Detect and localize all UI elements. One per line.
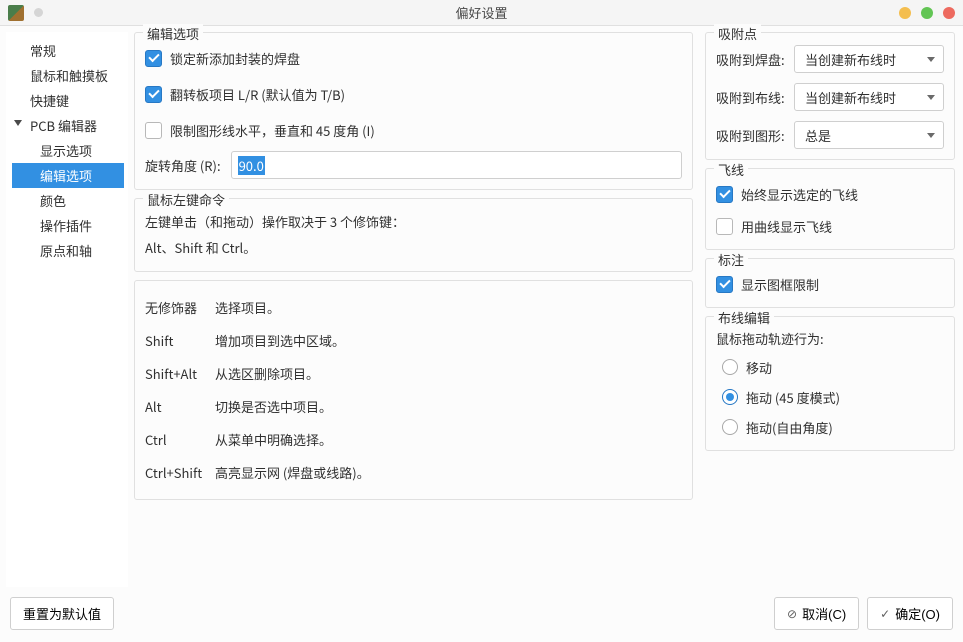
table-row: 无修饰器选择项目。 bbox=[145, 291, 682, 324]
chevron-down-icon bbox=[927, 133, 935, 138]
track-edit-group: 布线编辑 鼠标拖动轨迹行为: 移动 拖动 (45 度模式) 拖动(自由角度) bbox=[705, 316, 955, 451]
snap-graphic-label: 吸附到图形: bbox=[716, 126, 794, 145]
group-title: 布线编辑 bbox=[714, 308, 774, 327]
close-icon[interactable] bbox=[943, 7, 955, 19]
drag-move-label: 移动 bbox=[746, 358, 772, 377]
app-icon bbox=[8, 5, 24, 21]
modifier-table: 无修饰器选择项目。 Shift增加项目到选中区域。 Shift+Alt从选区删除… bbox=[145, 291, 682, 489]
drag-free-label: 拖动(自由角度) bbox=[746, 418, 833, 437]
minimize-icon[interactable] bbox=[899, 7, 911, 19]
group-title: 吸附点 bbox=[714, 24, 761, 43]
flip-lr-checkbox[interactable] bbox=[145, 86, 162, 103]
window-title: 偏好设置 bbox=[455, 3, 507, 22]
page-limit-checkbox[interactable] bbox=[716, 276, 733, 293]
dialog-footer: 重置为默认值 ⊘取消(C) ✓确定(O) bbox=[0, 587, 963, 642]
flip-lr-label: 翻转板项目 L/R (默认值为 T/B) bbox=[170, 85, 345, 104]
table-row: Shift增加项目到选中区域。 bbox=[145, 324, 682, 357]
annotation-group: 标注 显示图框限制 bbox=[705, 258, 955, 308]
reset-defaults-button[interactable]: 重置为默认值 bbox=[10, 597, 114, 630]
group-title: 编辑选项 bbox=[143, 24, 203, 43]
drag-free-radio[interactable] bbox=[722, 419, 738, 435]
table-row: Ctrl从菜单中明确选择。 bbox=[145, 423, 682, 456]
window-controls bbox=[899, 7, 955, 19]
cancel-button[interactable]: ⊘取消(C) bbox=[774, 597, 859, 630]
rotation-label: 旋转角度 (R): bbox=[145, 156, 221, 175]
table-row: Ctrl+Shift高亮显示网 (焊盘或线路)。 bbox=[145, 456, 682, 489]
edit-options-group: 编辑选项 锁定新添加封装的焊盘 翻转板项目 L/R (默认值为 T/B) 限制图… bbox=[134, 32, 693, 190]
curve-ratsnest-checkbox[interactable] bbox=[716, 218, 733, 235]
sidebar-item-general[interactable]: 常规 bbox=[12, 38, 124, 63]
left-click-desc2: Alt、Shift 和 Ctrl。 bbox=[145, 237, 682, 259]
curve-ratsnest-label: 用曲线显示飞线 bbox=[741, 217, 832, 236]
cancel-icon: ⊘ bbox=[787, 607, 797, 621]
page-limit-label: 显示图框限制 bbox=[741, 275, 819, 294]
snap-track-select[interactable]: 当创建新布线时 bbox=[794, 83, 944, 111]
always-show-ratsnest-label: 始终显示选定的飞线 bbox=[741, 185, 858, 204]
snap-pad-select[interactable]: 当创建新布线时 bbox=[794, 45, 944, 73]
table-row: Shift+Alt从选区删除项目。 bbox=[145, 357, 682, 390]
limit-45-label: 限制图形线水平，垂直和 45 度角 (I) bbox=[170, 121, 375, 140]
maximize-icon[interactable] bbox=[921, 7, 933, 19]
category-tree: 常规 鼠标和触摸板 快捷键 PCB 编辑器 显示选项 编辑选项 颜色 操作插件 … bbox=[6, 32, 128, 587]
drag-45-radio[interactable] bbox=[722, 389, 738, 405]
chevron-down-icon bbox=[927, 95, 935, 100]
rotation-input[interactable]: 90.0 bbox=[231, 151, 682, 179]
sidebar-item-origin[interactable]: 原点和轴 bbox=[12, 238, 124, 263]
snap-track-label: 吸附到布线: bbox=[716, 88, 794, 107]
sidebar-item-pcb-editor[interactable]: PCB 编辑器 bbox=[12, 113, 124, 138]
sidebar-item-display[interactable]: 显示选项 bbox=[12, 138, 124, 163]
titlebar-decoration bbox=[34, 8, 43, 17]
ratsnest-group: 飞线 始终显示选定的飞线 用曲线显示飞线 bbox=[705, 168, 955, 250]
drag-45-label: 拖动 (45 度模式) bbox=[746, 388, 840, 407]
titlebar: 偏好设置 bbox=[0, 0, 963, 26]
drag-behavior-label: 鼠标拖动轨迹行为: bbox=[716, 329, 944, 348]
sidebar-item-edit-options[interactable]: 编辑选项 bbox=[12, 163, 124, 188]
left-click-desc1: 左键单击（和拖动）操作取决于 3 个修饰键： bbox=[145, 211, 682, 233]
group-title: 标注 bbox=[714, 250, 748, 269]
limit-45-checkbox[interactable] bbox=[145, 122, 162, 139]
sidebar-item-mouse[interactable]: 鼠标和触摸板 bbox=[12, 63, 124, 88]
sidebar-item-hotkeys[interactable]: 快捷键 bbox=[12, 88, 124, 113]
left-click-group: 鼠标左键命令 左键单击（和拖动）操作取决于 3 个修饰键： Alt、Shift … bbox=[134, 198, 693, 272]
snap-graphic-select[interactable]: 总是 bbox=[794, 121, 944, 149]
lock-pads-label: 锁定新添加封装的焊盘 bbox=[170, 49, 300, 68]
modifier-table-box: 无修饰器选择项目。 Shift增加项目到选中区域。 Shift+Alt从选区删除… bbox=[134, 280, 693, 500]
snap-group: 吸附点 吸附到焊盘: 当创建新布线时 吸附到布线: 当创建新布线时 吸附到图形:… bbox=[705, 32, 955, 160]
always-show-ratsnest-checkbox[interactable] bbox=[716, 186, 733, 203]
check-icon: ✓ bbox=[880, 607, 890, 621]
snap-pad-label: 吸附到焊盘: bbox=[716, 50, 794, 69]
drag-move-radio[interactable] bbox=[722, 359, 738, 375]
lock-pads-checkbox[interactable] bbox=[145, 50, 162, 67]
chevron-down-icon bbox=[927, 57, 935, 62]
sidebar-item-colors[interactable]: 颜色 bbox=[12, 188, 124, 213]
table-row: Alt切换是否选中项目。 bbox=[145, 390, 682, 423]
group-title: 飞线 bbox=[714, 160, 748, 179]
ok-button[interactable]: ✓确定(O) bbox=[867, 597, 953, 630]
sidebar-item-plugins[interactable]: 操作插件 bbox=[12, 213, 124, 238]
group-title: 鼠标左键命令 bbox=[143, 190, 229, 209]
